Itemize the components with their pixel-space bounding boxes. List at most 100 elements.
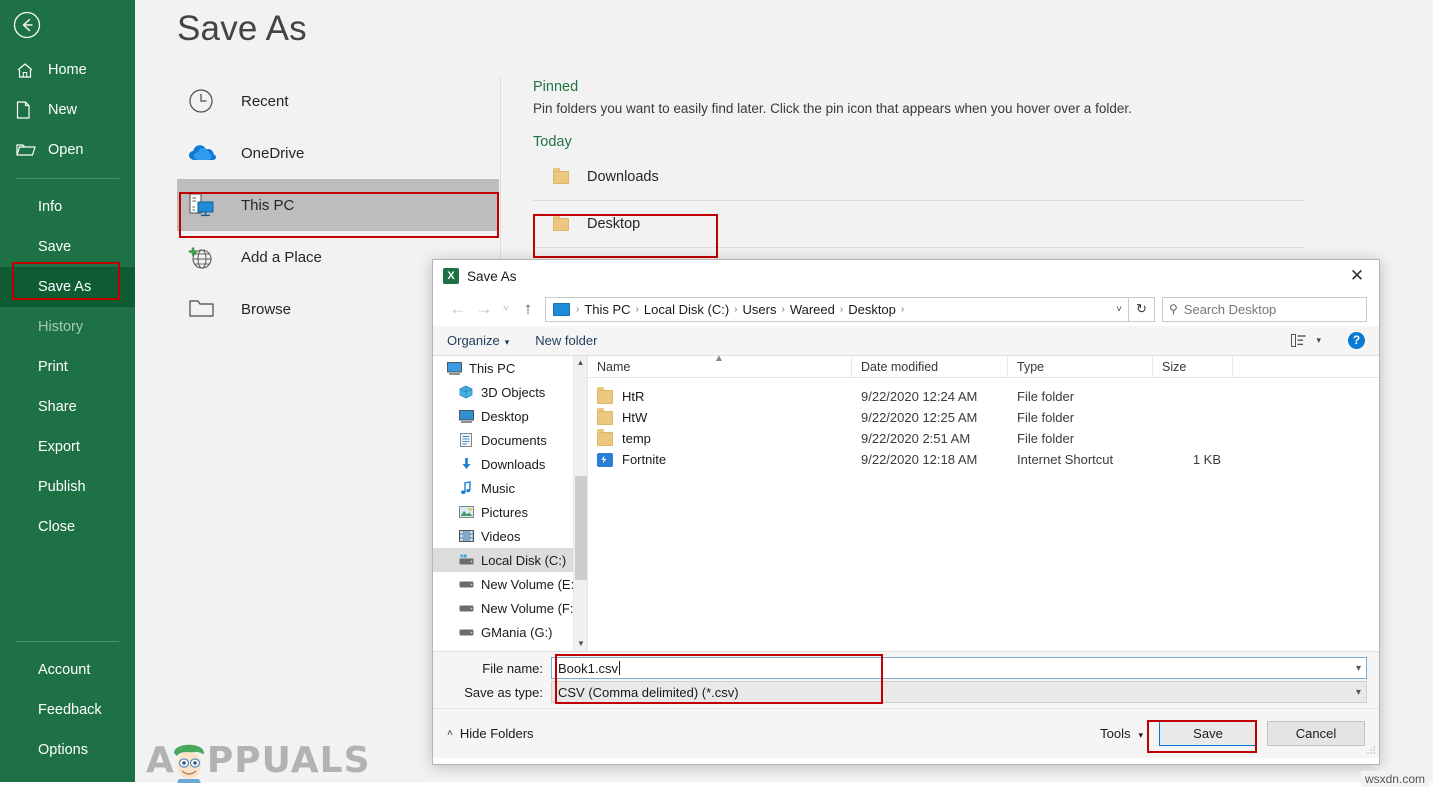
page-title: Save As — [177, 9, 307, 49]
tree-item-desktop[interactable]: Desktop — [433, 404, 587, 428]
sidebar-item-label: Home — [48, 62, 87, 78]
file-date-cell: 9/22/2020 12:18 AM — [852, 452, 1008, 467]
breadcrumb-segment-desktop[interactable]: Desktop — [845, 302, 899, 317]
breadcrumb-separator: › — [574, 304, 581, 315]
scroll-up-icon[interactable]: ▲ — [574, 356, 587, 370]
chevron-down-icon[interactable]: ▾ — [1356, 687, 1361, 698]
backstage-sidebar: Home New Open — [0, 0, 135, 789]
tree-item-label: Desktop — [481, 409, 529, 424]
tree-item-music[interactable]: Music — [433, 476, 587, 500]
sidebar-item-feedback[interactable]: Feedback — [0, 690, 135, 730]
place-item-recent[interactable]: Recent — [177, 75, 499, 127]
recent-folder-downloads[interactable]: Downloads — [533, 154, 1305, 200]
save-as-type-label: Save as type: — [445, 685, 551, 700]
dialog-footer: ˄ Hide Folders Tools▾ Save Cancel — [433, 708, 1379, 758]
chevron-down-icon[interactable]: ˅ — [1116, 304, 1122, 315]
place-item-label: Browse — [241, 301, 291, 318]
cancel-button[interactable]: Cancel — [1267, 721, 1365, 746]
file-name-text: temp — [622, 431, 651, 446]
sidebar-item-save[interactable]: Save — [0, 227, 135, 267]
sidebar-item-export[interactable]: Export — [0, 427, 135, 467]
sidebar-item-options[interactable]: Options — [0, 730, 135, 770]
search-icon: ⚲ — [1169, 302, 1178, 316]
tree-item-3d-objects[interactable]: 3D Objects — [433, 380, 587, 404]
back-arrow-icon[interactable] — [10, 8, 44, 42]
sidebar-item-account[interactable]: Account — [0, 650, 135, 690]
drive-icon — [457, 600, 475, 616]
file-name-area: File name: Book1.csv ▾ Save as type: CSV… — [433, 652, 1379, 708]
sidebar-item-new[interactable]: New — [0, 90, 135, 130]
recent-locations-icon[interactable]: ˅ — [497, 296, 515, 322]
tree-item-pictures[interactable]: Pictures — [433, 500, 587, 524]
breadcrumb[interactable]: › This PC › Local Disk (C:) › Users › Wa… — [545, 297, 1129, 322]
table-row[interactable]: temp 9/22/2020 2:51 AM File folder — [588, 428, 1379, 449]
pinned-panel: Pinned Pin folders you want to easily fi… — [533, 79, 1305, 248]
tree-item-gmania-g[interactable]: GMania (G:) — [433, 620, 587, 644]
tree-item-documents[interactable]: Documents — [433, 428, 587, 452]
table-row[interactable]: Fortnite 9/22/2020 12:18 AM Internet Sho… — [588, 449, 1379, 470]
place-item-this-pc[interactable]: This PC — [177, 179, 499, 231]
chevron-down-icon[interactable]: ▾ — [1356, 663, 1361, 674]
text-cursor — [619, 661, 620, 675]
table-row[interactable]: HtW 9/22/2020 12:25 AM File folder — [588, 407, 1379, 428]
table-row[interactable]: HtR 9/22/2020 12:24 AM File folder — [588, 386, 1379, 407]
breadcrumb-separator: › — [899, 304, 906, 315]
tree-item-videos[interactable]: Videos — [433, 524, 587, 548]
search-input[interactable]: ⚲ Search Desktop — [1162, 297, 1367, 322]
forward-icon[interactable]: → — [471, 296, 497, 322]
hide-folders-button[interactable]: ˄ Hide Folders — [447, 726, 534, 741]
resize-grip-icon[interactable] — [1366, 745, 1376, 755]
scroll-down-icon[interactable]: ▼ — [574, 637, 588, 651]
tree-item-new-volume-e[interactable]: New Volume (E:) — [433, 572, 587, 596]
view-options-button[interactable]: ▾ — [1291, 334, 1321, 347]
file-name-value: Book1.csv — [558, 661, 618, 676]
refresh-icon[interactable]: ↻ — [1129, 297, 1155, 322]
save-button[interactable]: Save — [1159, 721, 1257, 746]
internet-shortcut-icon — [597, 453, 613, 467]
sidebar-item-label: Feedback — [38, 702, 102, 718]
file-name-cell: temp — [588, 431, 852, 446]
tree-scrollbar[interactable]: ▲ ▼ — [573, 356, 587, 651]
column-header-type[interactable]: Type — [1008, 356, 1153, 377]
breadcrumb-segment-users[interactable]: Users — [740, 302, 780, 317]
tree-item-downloads[interactable]: Downloads — [433, 452, 587, 476]
file-name-cell: HtR — [588, 389, 852, 404]
tree-item-new-volume-f[interactable]: New Volume (F:) — [433, 596, 587, 620]
place-item-onedrive[interactable]: OneDrive — [177, 127, 499, 179]
sort-ascending-icon: ▲ — [714, 356, 724, 364]
sidebar-item-open[interactable]: Open — [0, 130, 135, 170]
view-layout-icon — [1291, 334, 1306, 347]
tree-item-local-disk-c[interactable]: Local Disk (C:) — [433, 548, 587, 572]
sidebar-item-print[interactable]: Print — [0, 347, 135, 387]
back-icon[interactable]: ← — [445, 296, 471, 322]
sidebar-item-publish[interactable]: Publish — [0, 467, 135, 507]
recent-folder-desktop[interactable]: Desktop — [533, 201, 1305, 247]
organize-button[interactable]: Organize▾ — [447, 333, 509, 348]
up-icon[interactable]: ↑ — [515, 296, 541, 322]
new-folder-button[interactable]: New folder — [535, 333, 597, 348]
sidebar-item-history[interactable]: History — [0, 307, 135, 347]
sidebar-item-home[interactable]: Home — [0, 50, 135, 90]
sidebar-item-close[interactable]: Close — [0, 507, 135, 547]
sidebar-divider-bottom — [16, 641, 119, 642]
tools-button[interactable]: Tools▾ — [1100, 726, 1143, 741]
save-as-type-select[interactable]: CSV (Comma delimited) (*.csv) ▾ — [551, 681, 1367, 703]
column-header-size[interactable]: Size — [1153, 356, 1233, 377]
sidebar-item-info[interactable]: Info — [0, 187, 135, 227]
close-icon[interactable]: ✕ — [1335, 260, 1379, 292]
breadcrumb-segment-wareed[interactable]: Wareed — [787, 302, 838, 317]
hide-folders-label: Hide Folders — [460, 726, 534, 741]
tree-item-this-pc[interactable]: This PC — [433, 356, 587, 380]
sidebar-item-share[interactable]: Share — [0, 387, 135, 427]
help-icon[interactable]: ? — [1348, 332, 1365, 349]
column-header-date-modified[interactable]: Date modified — [852, 356, 1008, 377]
breadcrumb-segment-local-disk[interactable]: Local Disk (C:) — [641, 302, 732, 317]
breadcrumb-segment-this-pc[interactable]: This PC — [581, 302, 633, 317]
file-name-cell: Fortnite — [588, 452, 852, 467]
column-header-name[interactable]: Name ▲ — [588, 356, 852, 377]
file-name-input[interactable]: Book1.csv ▾ — [551, 657, 1367, 679]
drive-icon — [457, 624, 475, 640]
scrollbar-thumb[interactable] — [575, 476, 587, 580]
sidebar-item-save-as[interactable]: Save As — [0, 267, 135, 307]
file-date-cell: 9/22/2020 12:25 AM — [852, 410, 1008, 425]
